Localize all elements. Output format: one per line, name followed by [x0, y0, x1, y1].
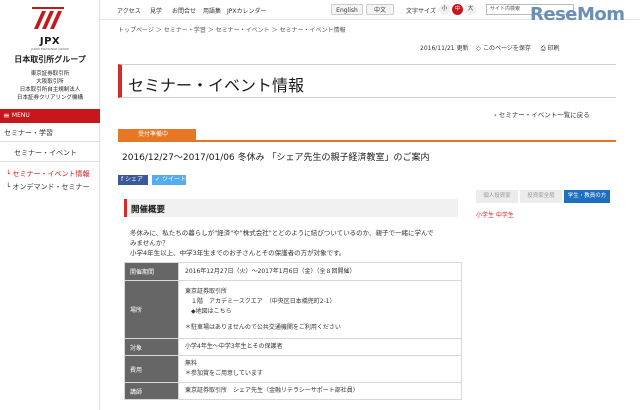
jpx-logo-icon[interactable]	[32, 7, 64, 31]
cell-line: ＊参加賞をご用意しています	[185, 370, 263, 377]
breadcrumb-separator: ＞	[271, 27, 278, 34]
lang-chinese-button[interactable]: 中文	[366, 4, 394, 15]
tab-general-investor[interactable]: 投資家全般	[520, 190, 562, 203]
description-line: 冬休みに、私たちの暮らしが"経済"や"株式会社"とどのように結びついているのか、…	[130, 229, 434, 237]
description-line: 小学4年生以上、中学3年生までのお子さんとその保護者の方が対象です。	[130, 249, 346, 257]
table-row: 場所 東京証券取引所 １階 アカデミースクエア （中央区日本橋兜町2-1） ◆地…	[124, 280, 462, 339]
divider	[0, 141, 100, 142]
company-ose[interactable]: 大阪取引所	[0, 77, 100, 85]
date-row: 2016/11/21 更新 ◇ このページを保存 ⎙ 印刷	[420, 43, 560, 53]
table-row: 費用 無料 ＊参加賞をご用意しています	[124, 355, 462, 383]
breadcrumb-item-current: セミナー・イベント情報	[279, 27, 346, 34]
sidebar: JPX JAPAN EXCHANGE GROUP 日本取引所グループ 東京証券取…	[0, 0, 100, 410]
row-header: 場所	[124, 280, 179, 339]
print-icon[interactable]: ⎙	[541, 45, 546, 52]
sidebar-item-label: オンデマンド・セミナー	[12, 183, 90, 191]
breadcrumb-item-event[interactable]: セミナー・イベント	[216, 27, 270, 34]
page-title: セミナー・イベント情報	[128, 76, 305, 95]
cell-line: 東京証券取引所 シェア先生（金融リテラシーサポート部社員）	[185, 387, 359, 394]
sidebar-item-label: セミナー・学習	[4, 129, 53, 137]
row-value: 無料 ＊参加賞をご用意しています	[178, 355, 462, 383]
section-title: 開催概要	[131, 205, 166, 215]
link-access[interactable]: アクセス	[117, 6, 141, 15]
logo-text: JPX	[39, 36, 61, 47]
link-contact[interactable]: お問合せ	[172, 6, 196, 15]
sidebar-item-event-info[interactable]: └ セミナー・イベント情報	[6, 169, 106, 179]
link-visit[interactable]: 見学	[150, 6, 162, 15]
bookmark-icon[interactable]: ◇	[476, 45, 481, 52]
cell-line: 東京証券取引所	[185, 287, 228, 295]
resemom-logo: ReseMom	[530, 4, 625, 25]
cell-line: 小学4年生～中学3年生とその保護者	[185, 343, 283, 350]
cell-line: 無料	[185, 360, 198, 367]
table-row: 対象 小学4年生～中学3年生とその保護者	[124, 338, 462, 356]
table-row: 開催期間 2016年12月27日（火）～2017年1月6日（金）（全８回開催）	[124, 262, 462, 281]
cell-line: 2016年12月27日（火）～2017年1月6日（金）（全８回開催）	[185, 267, 356, 275]
row-value: 小学4年生～中学3年生とその保護者	[178, 338, 462, 356]
facebook-share-button[interactable]: f シェア	[118, 175, 148, 185]
print-link[interactable]: 印刷	[548, 45, 560, 52]
reception-status-badge: 受付準備中	[118, 129, 196, 140]
back-to-list-link[interactable]: › セミナー・イベント一覧に戻る	[494, 109, 590, 119]
sidebar-item-ondemand[interactable]: └ オンデマンド・セミナー	[6, 182, 106, 192]
row-value: 2016年12月27日（火）～2017年1月6日（金）（全８回開催）	[178, 262, 462, 281]
hamburger-icon: ≡	[3, 111, 10, 120]
lang-english-button[interactable]: English	[331, 4, 363, 15]
reception-underline	[118, 140, 616, 142]
facebook-share-label: シェア	[125, 176, 144, 183]
cell-line: ＊駐車場はありませんので公共交通機関をご利用ください	[185, 323, 341, 331]
fontsize-medium-button[interactable]: 中	[452, 4, 463, 15]
updated-date: 2016/11/21 更新	[420, 45, 469, 52]
breadcrumb-item-seminar[interactable]: セミナー・学習	[164, 27, 206, 34]
chevron-right-icon: ›	[494, 111, 497, 119]
target-tags: 小学生 中学生	[476, 212, 514, 219]
row-header: 費用	[124, 355, 179, 383]
arrow-icon: └	[6, 170, 11, 178]
fontsize-small-button[interactable]: 小	[439, 4, 450, 15]
breadcrumb-separator: ＞	[207, 27, 214, 34]
company-tse[interactable]: 東京証券取引所	[0, 69, 100, 77]
link-calendar[interactable]: JPXカレンダー	[227, 6, 267, 15]
fontsize-label: 文字サイズ	[406, 8, 436, 15]
table-row: 講師 東京証券取引所 シェア先生（金融リテラシーサポート部社員）	[124, 382, 462, 400]
section-header	[124, 199, 458, 217]
company-clearing[interactable]: 日本証券クリアリング機構	[0, 93, 100, 101]
sidebar-item-label: セミナー・イベント情報	[12, 170, 90, 178]
event-info-table: 開催期間 2016年12月27日（火）～2017年1月6日（金）（全８回開催） …	[124, 262, 462, 400]
breadcrumb-item-top[interactable]: トップページ	[118, 27, 154, 34]
row-value: 東京証券取引所 １階 アカデミースクエア （中央区日本橋兜町2-1） ◆地図はこ…	[178, 280, 462, 339]
menu-bar[interactable]: ≡ MENU	[0, 109, 100, 123]
menu-label: MENU	[11, 112, 30, 119]
tab-individual-investor[interactable]: 個人投資家	[476, 190, 518, 203]
divider	[0, 161, 100, 162]
map-link[interactable]: ◆地図はこちら	[185, 307, 455, 317]
event-title: 2016/12/27～2017/01/06 冬休み 「シェア先生の親子経済教室」…	[122, 153, 430, 163]
arrow-icon: └	[6, 183, 11, 191]
facebook-icon: f	[121, 176, 124, 183]
group-name[interactable]: 日本取引所グループ	[0, 54, 100, 65]
twitter-tweet-button[interactable]: ✓ ツイート	[152, 175, 186, 185]
row-header: 対象	[124, 338, 179, 356]
sidebar-item-label: セミナー・イベント	[14, 149, 77, 157]
company-regulation[interactable]: 日本取引所自主規制法人	[0, 85, 100, 93]
back-link-label: セミナー・イベント一覧に戻る	[498, 111, 590, 119]
cell-line: １階 アカデミースクエア （中央区日本橋兜町2-1）	[185, 297, 336, 305]
row-value: 東京証券取引所 シェア先生（金融リテラシーサポート部社員）	[178, 382, 462, 400]
sidebar-item-seminar-event[interactable]: セミナー・イベント	[14, 148, 114, 158]
row-header: 講師	[124, 382, 179, 400]
logo-subtext: JAPAN EXCHANGE GROUP	[30, 47, 70, 51]
tweet-label: ツイート	[161, 176, 186, 183]
description-line: みませんか？	[130, 239, 169, 247]
breadcrumb: トップページ ＞ セミナー・学習 ＞ セミナー・イベント ＞ セミナー・イベント…	[118, 25, 346, 34]
bookmark-link[interactable]: このページを保存	[483, 45, 531, 52]
row-header: 開催期間	[124, 262, 179, 281]
tab-students-teachers[interactable]: 学生・教員の方	[564, 190, 610, 203]
twitter-icon: ✓	[155, 176, 161, 183]
sidebar-item-seminar-learning[interactable]: セミナー・学習	[4, 128, 104, 138]
link-glossary[interactable]: 用語集	[203, 6, 221, 15]
fontsize-large-button[interactable]: 大	[465, 4, 476, 15]
breadcrumb-separator: ＞	[155, 27, 162, 34]
